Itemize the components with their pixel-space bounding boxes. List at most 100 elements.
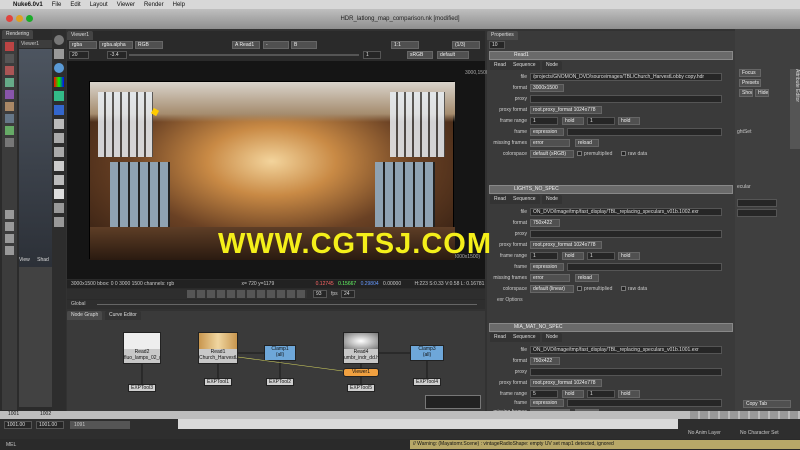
mia-before-dropdown[interactable]: hold [562,390,584,398]
metadata-nodes-icon[interactable] [54,189,64,199]
read1-proxy-field[interactable] [530,95,722,103]
range-slider[interactable]: 1091 [70,421,130,429]
channels-dropdown[interactable]: rgba [69,41,97,49]
layout-single-icon[interactable] [5,210,14,219]
views-nodes-icon[interactable] [54,175,64,185]
move-tool-icon[interactable] [5,78,14,87]
gain-field[interactable]: 20 [69,51,89,59]
mia-first-frame[interactable]: 5 [530,390,558,398]
fps-field[interactable]: 24 [341,290,355,298]
no-anim-layer[interactable]: No Anim Layer [688,430,721,436]
timeline-track[interactable] [97,304,477,305]
read1-raw-checkbox[interactable] [621,151,626,156]
current-frame-field[interactable]: 93 [313,290,327,298]
scale-tool-icon[interactable] [5,102,14,111]
read1-premult-checkbox[interactable] [577,151,582,156]
other-nodes-icon[interactable] [54,203,64,213]
lights-raw-checkbox[interactable] [621,286,626,291]
node-graph-navigator[interactable] [425,395,481,409]
frame-field[interactable]: 1 [363,51,381,59]
lights-proxy-format-dropdown[interactable]: root.proxy_format 1024x778 [530,241,602,249]
panel-read1-header[interactable]: Read1 [489,51,733,60]
focus-button[interactable]: Focus [739,69,761,77]
tab-node[interactable]: Node [542,195,562,204]
lights-format-dropdown[interactable]: 750x422 [530,219,560,227]
menu-help[interactable]: Help [173,2,185,8]
menu-viewer[interactable]: Viewer [117,2,135,8]
tab-sequence[interactable]: Sequence [509,61,540,70]
read1-format-dropdown[interactable]: 3000x1500 [530,84,564,92]
read1-after-dropdown[interactable]: hold [618,117,640,125]
mia-last-frame[interactable]: 1 [587,390,615,398]
menu-file[interactable]: File [52,2,62,8]
exposure-field[interactable]: -3.4 [107,51,127,59]
mia-file-field[interactable]: ON_DVD/lmage/tmp/fast_display/TBL_replac… [530,346,722,354]
close-icon[interactable] [6,15,13,22]
read1-frame-mode[interactable]: expression [530,128,564,136]
tab-node[interactable]: Node [542,61,562,70]
range-bar[interactable] [178,419,678,429]
furnace-nodes-icon[interactable] [54,217,64,227]
mia-after-dropdown[interactable]: hold [618,390,640,398]
draw-nodes-icon[interactable] [54,49,64,59]
mia-proxy-format-dropdown[interactable]: root.proxy_format 1024x778 [530,379,602,387]
minimize-icon[interactable] [16,15,23,22]
3d-nodes-icon[interactable] [54,161,64,171]
time-nodes-icon[interactable] [54,63,64,73]
lights-after-dropdown[interactable]: hold [618,252,640,260]
rotate-tool-icon[interactable] [5,90,14,99]
lasso-tool-icon[interactable] [5,54,14,63]
lut-dropdown[interactable]: sRGB [407,51,433,59]
read1-file-field[interactable]: /projects/GNOMON_DVD/sourceimages/TBL/Ch… [530,73,722,81]
attribute-editor-tab[interactable]: Attribute Editor [790,69,800,149]
tab-read[interactable]: Read [490,61,510,70]
tab-viewer1[interactable]: Viewer1 [67,31,93,40]
tab-properties[interactable]: Properties [487,31,518,40]
lights-frame-mode[interactable]: expression [530,263,564,271]
input-a-dropdown[interactable]: A Read1 [232,41,260,49]
node-graph-panel[interactable]: Node Graph Curve Editor Read2 fluo_lamps… [67,311,485,411]
lights-premult-checkbox[interactable] [577,286,582,291]
transform-nodes-icon[interactable] [54,147,64,157]
left-viewer-tab[interactable]: Viewer1 [19,40,52,48]
lights-last-frame[interactable]: 1 [587,252,615,260]
range-end-field[interactable]: 1001.00 [36,421,64,429]
transport-buttons[interactable] [187,290,307,298]
exr-options-label[interactable]: exr Options [497,297,523,303]
channel-nodes-icon[interactable] [54,77,64,87]
tab-sequence[interactable]: Sequence [509,195,540,204]
proxy-dropdown[interactable]: (1/3) [452,41,480,49]
alpha-dropdown[interactable]: rgba.alpha [99,41,133,49]
tab-rendering[interactable]: Rendering [2,30,34,39]
panel-mia-header[interactable]: MIA_MAT_NO_SPEC [489,323,733,332]
time-ruler[interactable]: 1001 1002 [0,411,800,419]
tab-sequence[interactable]: Sequence [509,333,540,342]
range-start-field[interactable]: 1001.00 [4,421,32,429]
menu-app[interactable]: Nuke6.0v1 [13,2,43,8]
attr-field-2[interactable] [737,209,777,217]
soft-mod-icon[interactable] [5,126,14,135]
merge-nodes-icon[interactable] [54,133,64,143]
layout-side-icon[interactable] [5,234,14,243]
color-nodes-icon[interactable] [54,91,64,101]
manip-tool-icon[interactable] [5,114,14,123]
attr-field-1[interactable] [737,199,777,207]
read1-before-dropdown[interactable]: hold [562,117,584,125]
show-button[interactable]: Show [739,89,753,97]
read1-last-frame[interactable]: 1 [587,117,615,125]
blend-mode-dropdown[interactable]: - [263,41,289,49]
lights-proxy-field[interactable] [530,230,722,238]
maya-outliner[interactable] [19,267,52,407]
layout-four-icon[interactable] [5,222,14,231]
input-b-dropdown[interactable]: B [291,41,317,49]
zoom-dropdown[interactable]: 1:1 [391,41,419,49]
view-button[interactable]: View [19,257,30,263]
tab-read[interactable]: Read [490,333,510,342]
presets-button[interactable]: Presets [739,79,761,87]
menu-render[interactable]: Render [144,2,164,8]
read1-proxy-format-dropdown[interactable]: root.proxy_format 1024x778 [530,106,602,114]
keyer-nodes-icon[interactable] [54,119,64,129]
lights-frame-field[interactable] [567,263,722,271]
read1-colorspace-dropdown[interactable]: default (sRGB) [530,150,574,158]
lights-file-field[interactable]: ON_DVD/lmage/tmp/fast_display/TBL_replac… [530,208,722,216]
